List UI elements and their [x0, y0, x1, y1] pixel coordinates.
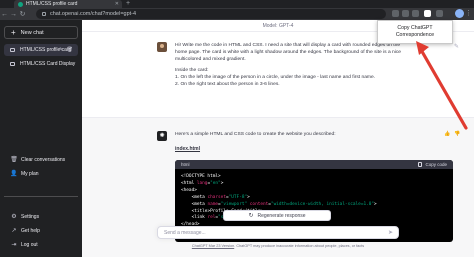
- reload-icon[interactable]: ↻: [18, 10, 27, 18]
- assistant-intro: Here's a simple HTML and CSS code to cre…: [175, 132, 336, 137]
- plus-icon: +: [11, 27, 16, 37]
- sidebar-item-label: Settings: [21, 213, 40, 220]
- forward-icon[interactable]: →: [9, 11, 18, 18]
- user-message: Hi! Write me the code in HTML and CSS. I…: [82, 32, 474, 118]
- sidebar-conversation[interactable]: HTML/CSS Card Display: [4, 58, 78, 70]
- version-link[interactable]: ChatGPT Mar 23 Version: [192, 244, 234, 248]
- message-input-box[interactable]: ➤: [157, 226, 399, 239]
- logout-icon: ⇥: [11, 242, 17, 248]
- tooltip-line: Correspondence: [395, 32, 435, 38]
- tooltip-line: Copy ChatGPT: [397, 25, 433, 32]
- new-chat-label: New chat: [20, 29, 44, 36]
- regenerate-label: Regenerate response: [257, 212, 306, 219]
- external-link-icon: ↗: [11, 228, 17, 234]
- user-icon: 👤: [10, 171, 18, 177]
- lock-icon: [42, 12, 46, 16]
- conversation-title: HTML/CSS Card Display: [20, 61, 76, 67]
- extension-icon[interactable]: [392, 10, 399, 17]
- message-input[interactable]: [164, 229, 384, 236]
- new-tab-button[interactable]: +: [126, 0, 130, 8]
- browser-tab[interactable]: HTML/CSS profile card ✕: [14, 0, 122, 8]
- extension-icon[interactable]: [412, 10, 419, 17]
- send-icon[interactable]: ➤: [388, 229, 393, 236]
- profile-avatar-icon[interactable]: [455, 9, 464, 18]
- copy-code-button[interactable]: Copy code: [418, 162, 447, 167]
- disclaimer: ChatGPT Mar 23 Version. ChatGPT may prod…: [82, 244, 474, 248]
- chat-main: Model: GPT-4 Hi! Write me the code in HT…: [82, 20, 474, 257]
- back-icon[interactable]: ←: [0, 11, 9, 18]
- sidebar-conversation-active[interactable]: HTML/CSS profile card ✎ 🗑: [4, 44, 78, 56]
- chatgpt-favicon-icon: [18, 1, 23, 7]
- sidebar-settings[interactable]: ⚙ Settings: [4, 211, 78, 222]
- chat-bubble-icon: [10, 48, 15, 52]
- chatgpt-logo-icon: ✺: [157, 131, 167, 141]
- tab-title: HTML/CSS profile card: [26, 1, 78, 7]
- code-header: html Copy code: [175, 160, 453, 169]
- user-avatar: [157, 42, 167, 52]
- sidebar-item-label: Get help: [21, 227, 40, 234]
- extensions-puzzle-icon[interactable]: [436, 10, 443, 17]
- trash-icon: 🗑: [10, 157, 18, 163]
- sidebar-log-out[interactable]: ⇥ Log out: [4, 239, 78, 250]
- sidebar-divider: [4, 196, 78, 197]
- copy-chatgpt-extension-icon[interactable]: [424, 10, 431, 17]
- sidebar-clear-conversations[interactable]: 🗑 Clear conversations: [4, 154, 78, 165]
- clipboard-icon: [418, 162, 423, 167]
- refresh-icon: ↻: [248, 213, 254, 219]
- sidebar-item-label: Log out: [21, 241, 38, 248]
- user-message-text: Hi! Write me the code in HTML and CSS. I…: [175, 43, 405, 89]
- copy-code-label: Copy code: [425, 162, 447, 167]
- code-language: html: [181, 162, 190, 167]
- gear-icon: ⚙: [11, 214, 17, 220]
- new-chat-button[interactable]: + New chat: [4, 26, 78, 39]
- edit-delete-icons[interactable]: ✎ 🗑: [59, 47, 74, 53]
- extension-tooltip: Copy ChatGPT Correspondence: [377, 20, 453, 44]
- user-message-paragraph: Hi! Write me the code in HTML and CSS. I…: [175, 43, 402, 62]
- sidebar: + New chat HTML/CSS profile card ✎ 🗑 HTM…: [0, 20, 82, 257]
- chat-bubble-icon: [10, 62, 15, 66]
- extension-icon[interactable]: [402, 10, 409, 17]
- disclaimer-text: . ChatGPT may produce inaccurate informa…: [234, 244, 365, 248]
- browser-menu-icon[interactable]: ⋮: [465, 9, 472, 18]
- address-bar[interactable]: chat.openai.com/chat?model=gpt-4: [36, 9, 386, 19]
- file-label: index.html: [175, 146, 201, 152]
- sidebar-item-label: My plan: [21, 170, 39, 177]
- edit-message-icon[interactable]: ✎: [454, 43, 459, 50]
- user-message-line: 2. On the right text about the person in…: [175, 81, 280, 87]
- sidebar-my-plan[interactable]: 👤 My plan: [4, 168, 78, 179]
- tab-close-icon[interactable]: ✕: [115, 1, 119, 7]
- user-message-line: 1. On the left the image of the person i…: [175, 75, 376, 81]
- sidebar-get-help[interactable]: ↗ Get help: [4, 225, 78, 236]
- thumbs-feedback-icons[interactable]: 👍👎: [444, 131, 464, 137]
- regenerate-response-button[interactable]: ↻ Regenerate response: [223, 210, 331, 221]
- address-url: chat.openai.com/chat?model=gpt-4: [50, 11, 137, 17]
- browser-toolbar: ← → ↻ chat.openai.com/chat?model=gpt-4 ⋮: [0, 8, 474, 20]
- browser-tab-bar: HTML/CSS profile card ✕ +: [0, 0, 474, 8]
- sidebar-item-label: Clear conversations: [21, 156, 66, 163]
